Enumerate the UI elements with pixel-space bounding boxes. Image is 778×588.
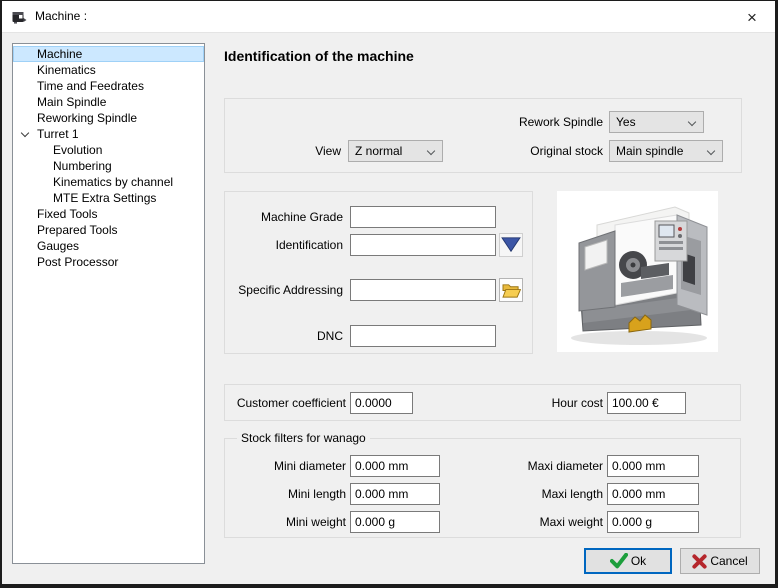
machine-icon: [11, 9, 27, 25]
stock-filters-title: Stock filters for wanago: [237, 431, 370, 445]
identity-group: Machine Grade Identification Specific Ad…: [224, 191, 533, 354]
spindle-group: Rework Spindle Yes View Z normal Origina…: [224, 98, 742, 173]
machine-grade-label: Machine Grade: [260, 210, 343, 224]
identification-label: Identification: [275, 238, 343, 252]
specific-addressing-field[interactable]: [350, 279, 496, 301]
sidebar-item-machine[interactable]: Machine: [13, 46, 204, 62]
chevron-down-icon[interactable]: [20, 128, 30, 138]
mini-weight-label: Mini weight: [285, 515, 346, 529]
dnc-label: DNC: [317, 329, 343, 343]
folder-open-icon: [501, 283, 521, 298]
cancel-x-icon: [692, 553, 707, 569]
identification-picker-button[interactable]: [499, 233, 523, 257]
cancel-button[interactable]: Cancel: [680, 548, 760, 574]
maxi-length-label: Maxi length: [541, 487, 603, 501]
mini-length-label: Mini length: [287, 487, 346, 501]
page-title: Identification of the machine: [224, 48, 414, 64]
machine-grade-field[interactable]: [350, 206, 496, 228]
hour-cost-label: Hour cost: [551, 396, 603, 410]
sidebar-item-post-processor[interactable]: Post Processor: [13, 254, 204, 270]
mini-weight-field[interactable]: [350, 511, 440, 533]
chevron-down-icon: [706, 146, 716, 156]
original-stock-select[interactable]: Main spindle: [609, 140, 723, 162]
view-value: Z normal: [355, 144, 403, 158]
rework-spindle-value: Yes: [616, 115, 636, 129]
rework-spindle-label: Rework Spindle: [518, 115, 603, 129]
close-button[interactable]: ×: [729, 1, 775, 33]
machine-photo: [557, 191, 718, 352]
original-stock-value: Main spindle: [616, 144, 684, 158]
mini-diameter-label: Mini diameter: [273, 459, 346, 473]
maxi-weight-field[interactable]: [607, 511, 699, 533]
mini-length-field[interactable]: [350, 483, 440, 505]
sidebar-item-prepared-tools[interactable]: Prepared Tools: [13, 222, 204, 238]
sidebar-item-gauges[interactable]: Gauges: [13, 238, 204, 254]
sidebar-item-kinematics[interactable]: Kinematics: [13, 62, 204, 78]
close-icon: ×: [747, 7, 757, 27]
sidebar-item-fixed-tools[interactable]: Fixed Tools: [13, 206, 204, 222]
maxi-length-field[interactable]: [607, 483, 699, 505]
sidebar-item-main-spindle[interactable]: Main Spindle: [13, 94, 204, 110]
sidebar-item-evolution[interactable]: Evolution: [13, 142, 204, 158]
machine-dialog: Machine : × Machine Kinematics Time and …: [0, 0, 778, 588]
original-stock-label: Original stock: [530, 144, 603, 158]
triangle-down-icon: [501, 237, 521, 253]
cancel-button-label: Cancel: [710, 554, 748, 568]
maxi-diameter-field[interactable]: [607, 455, 699, 477]
stock-filters-group: Stock filters for wanago Mini diameter M…: [224, 431, 741, 538]
ok-button-label: Ok: [630, 554, 647, 568]
customer-coefficient-label: Customer coefficient: [236, 396, 346, 410]
chevron-down-icon: [687, 117, 697, 127]
titlebar: Machine : ×: [2, 1, 775, 33]
window-title: Machine :: [35, 9, 88, 23]
cost-group: Customer coefficient Hour cost: [224, 384, 741, 421]
maxi-weight-label: Maxi weight: [539, 515, 603, 529]
sidebar-item-label: Turret 1: [37, 127, 79, 141]
view-label: View: [315, 144, 341, 158]
sidebar-item-mte-extra-settings[interactable]: MTE Extra Settings: [13, 190, 204, 206]
sidebar-tree: Machine Kinematics Time and Feedrates Ma…: [12, 43, 205, 564]
hour-cost-field[interactable]: [607, 392, 686, 414]
specific-addressing-label: Specific Addressing: [238, 283, 343, 297]
dnc-field[interactable]: [350, 325, 496, 347]
ok-button[interactable]: Ok: [584, 548, 672, 574]
maxi-diameter-label: Maxi diameter: [527, 459, 603, 473]
customer-coefficient-field[interactable]: [350, 392, 413, 414]
sidebar-item-numbering[interactable]: Numbering: [13, 158, 204, 174]
rework-spindle-select[interactable]: Yes: [609, 111, 704, 133]
ok-check-icon: [609, 553, 628, 569]
sidebar-item-reworking-spindle[interactable]: Reworking Spindle: [13, 110, 204, 126]
browse-folder-button[interactable]: [499, 278, 523, 302]
sidebar-item-time-and-feedrates[interactable]: Time and Feedrates: [13, 78, 204, 94]
identification-field[interactable]: [350, 234, 496, 256]
sidebar-item-turret-1[interactable]: Turret 1: [13, 126, 204, 142]
mini-diameter-field[interactable]: [350, 455, 440, 477]
sidebar-item-kinematics-by-channel[interactable]: Kinematics by channel: [13, 174, 204, 190]
